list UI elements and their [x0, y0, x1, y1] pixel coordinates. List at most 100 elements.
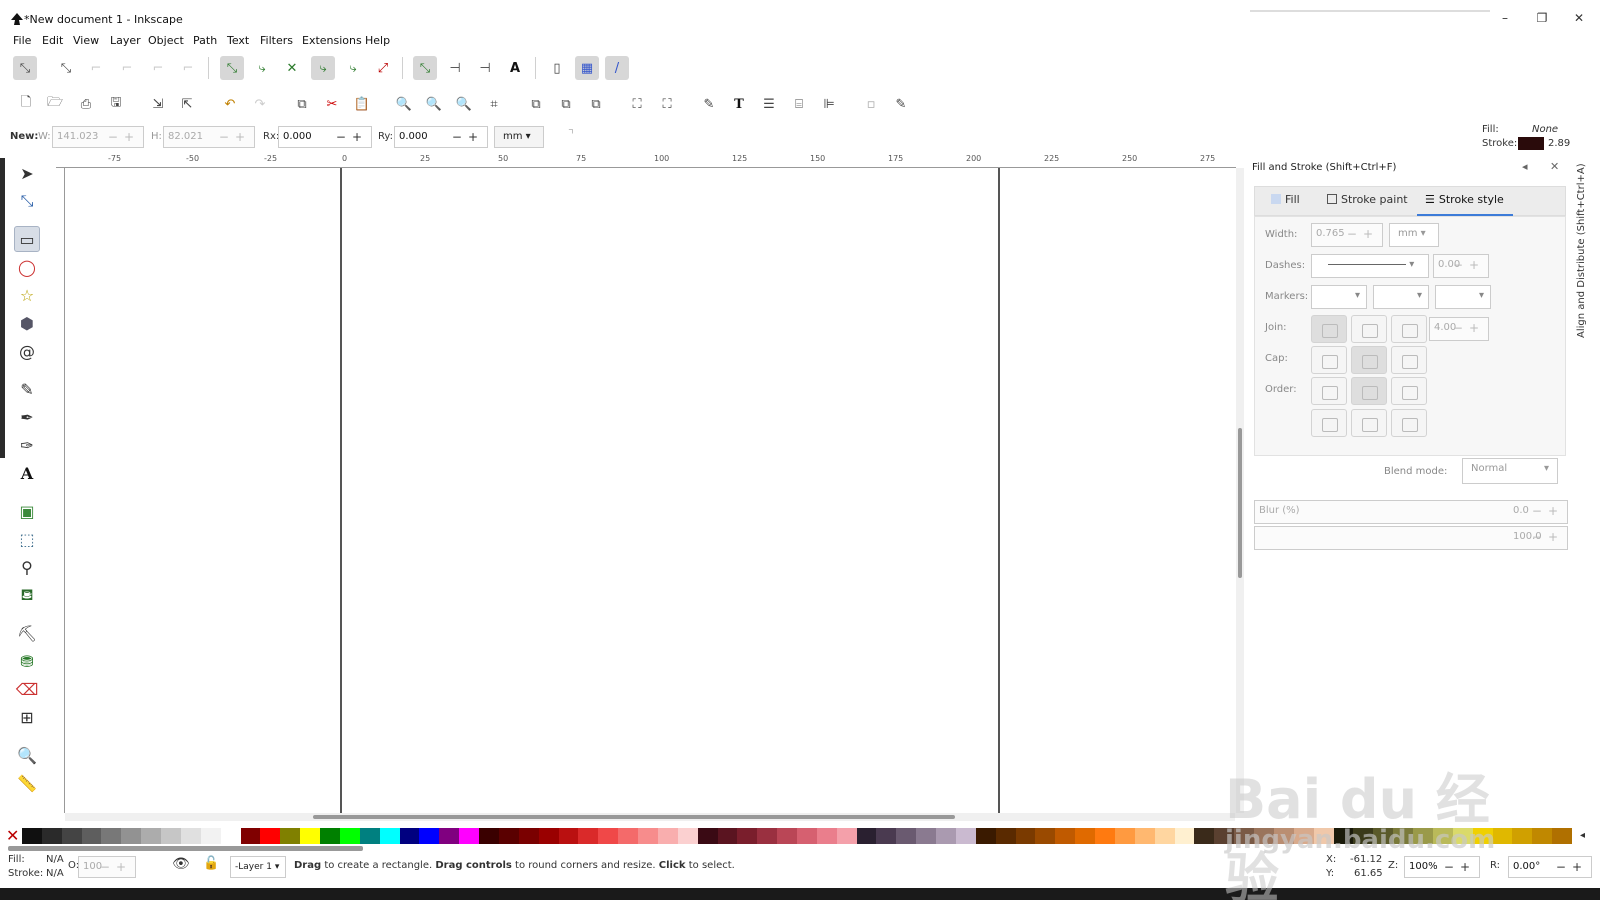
unlink-clone-icon[interactable]: ⧉	[584, 92, 608, 116]
copy-icon[interactable]: ⧉	[290, 92, 314, 116]
stroke-width-spin[interactable]: 0.765 −+	[1311, 223, 1383, 247]
scroll-thumb[interactable]	[1238, 428, 1242, 578]
palette-swatch[interactable]	[1413, 828, 1434, 844]
snap-text-baseline-icon[interactable]: A	[503, 56, 527, 80]
pen-tool-icon[interactable]: ✒	[14, 404, 40, 430]
cap-square-button[interactable]	[1391, 346, 1427, 374]
palette-swatch[interactable]	[320, 828, 341, 844]
align-distribute-icon[interactable]: ⊫	[817, 92, 841, 116]
menu-text[interactable]: Text	[227, 34, 249, 47]
zoom-selection-icon[interactable]: 🔍	[392, 92, 416, 116]
tab-stroke-style[interactable]: ☰ Stroke style	[1425, 193, 1504, 206]
zoom-spin[interactable]: 100% −+	[1404, 856, 1480, 878]
palette-swatch[interactable]	[975, 828, 997, 844]
spiral-tool-icon[interactable]: @	[14, 338, 40, 364]
spray-tool-icon[interactable]: ▣	[14, 498, 40, 524]
join-round-button[interactable]	[1351, 315, 1387, 343]
rect-width-spin[interactable]: 141.023 −+	[52, 126, 144, 148]
palette-swatch[interactable]	[1154, 828, 1176, 844]
spin-minus-plus-icon[interactable]: −+	[1453, 255, 1485, 275]
vertical-scrollbar[interactable]	[1236, 168, 1244, 813]
palette-swatch[interactable]	[1492, 828, 1513, 844]
open-icon[interactable]: 🗁	[43, 92, 67, 116]
palette-swatch[interactable]	[638, 828, 659, 844]
palette-swatch[interactable]	[1214, 828, 1235, 844]
palette-swatch[interactable]	[359, 828, 381, 844]
palette-swatch[interactable]	[598, 828, 619, 844]
dash-offset-spin[interactable]: 0.00 −+	[1433, 254, 1489, 278]
palette-swatch[interactable]	[280, 828, 301, 844]
palette-swatch[interactable]	[1333, 828, 1354, 844]
cut-icon[interactable]: ✂	[320, 92, 344, 116]
no-paint-swatch-icon[interactable]: ✕	[6, 826, 19, 845]
palette-swatch[interactable]	[81, 828, 102, 844]
tweak-tool-icon[interactable]: ⬚	[14, 526, 40, 552]
palette-swatch[interactable]	[339, 828, 361, 844]
palette-swatch[interactable]	[538, 828, 560, 844]
palette-swatch[interactable]	[498, 828, 520, 844]
palette-swatch[interactable]	[200, 828, 222, 844]
menu-path[interactable]: Path	[193, 34, 217, 47]
print-icon[interactable]: ⎙	[74, 92, 98, 116]
paste-icon[interactable]: 📋	[350, 92, 374, 116]
spin-minus-plus-icon[interactable]: −+	[336, 127, 368, 147]
palette-swatch[interactable]	[717, 828, 738, 844]
palette-swatch[interactable]	[697, 828, 718, 844]
snap-nodes-icon[interactable]: ⤡	[220, 56, 244, 80]
order-option-4-button[interactable]	[1311, 409, 1347, 437]
snap-intersections-icon[interactable]: ✕	[280, 56, 304, 80]
unit-dropdown[interactable]: mm ▾	[494, 126, 544, 148]
snap-bbox-center-icon[interactable]: ⌐	[176, 56, 200, 80]
opacity-spin[interactable]: 100 −+	[78, 856, 136, 878]
spin-minus-plus-icon[interactable]: −+	[1453, 318, 1485, 338]
palette-swatch[interactable]	[220, 828, 242, 844]
palette-swatch[interactable]	[1512, 828, 1533, 844]
undo-icon[interactable]: ↶	[218, 92, 242, 116]
zoom-page-width-icon[interactable]: ⌗	[482, 92, 506, 116]
palette-swatch[interactable]	[180, 828, 202, 844]
palette-swatch[interactable]	[1532, 828, 1553, 844]
palette-swatch[interactable]	[578, 828, 599, 844]
spin-minus-plus-icon[interactable]: −+	[452, 127, 484, 147]
blend-mode-dropdown[interactable]: Normal ▾	[1462, 458, 1558, 484]
palette-swatch[interactable]	[995, 828, 1017, 844]
cap-butt-button[interactable]	[1311, 346, 1347, 374]
tab-stroke-paint[interactable]: Stroke paint	[1327, 193, 1408, 206]
palette-swatch[interactable]	[1194, 828, 1215, 844]
export-icon[interactable]: ⇱	[175, 92, 199, 116]
dashes-dropdown[interactable]: ▾	[1311, 254, 1429, 278]
horizontal-scrollbar[interactable]	[65, 813, 1235, 821]
3d-box-tool-icon[interactable]: ⬢	[14, 310, 40, 336]
stroke-color-swatch[interactable]	[1518, 137, 1544, 150]
rectangle-tool-icon[interactable]: ▭	[14, 226, 40, 252]
palette-swatch[interactable]	[1552, 828, 1573, 844]
palette-swatch[interactable]	[657, 828, 679, 844]
close-button[interactable]: ✕	[1564, 8, 1594, 28]
xml-editor-icon[interactable]: ⌸	[787, 92, 811, 116]
palette-swatch[interactable]	[1472, 828, 1493, 844]
tab-fill[interactable]: Fill	[1271, 193, 1300, 206]
palette-swatch[interactable]	[916, 828, 937, 844]
dropper-tool-icon[interactable]: ⚲	[14, 554, 40, 580]
snap-enable-icon[interactable]: ⤡	[13, 56, 37, 80]
join-miter-button[interactable]	[1311, 315, 1347, 343]
horizontal-ruler[interactable]: -75 -50 -25 0 25 50 75 100 125 150 175 2…	[56, 153, 1236, 168]
eraser-tool-icon[interactable]: ⌫	[14, 676, 40, 702]
ungroup-icon[interactable]: ⛶	[655, 92, 679, 116]
duplicate-icon[interactable]: ⧉	[524, 92, 548, 116]
palette-swatch[interactable]	[876, 828, 897, 844]
selector-tool-icon[interactable]: ➤	[14, 160, 40, 186]
zoom-drawing-icon[interactable]: 🔍	[422, 92, 446, 116]
palette-swatch[interactable]	[240, 828, 261, 844]
palette-swatch[interactable]	[737, 828, 758, 844]
opacity-slider[interactable]: 100.0 −+	[1254, 526, 1568, 550]
spin-minus-plus-icon[interactable]: −+	[219, 127, 251, 147]
palette-swatch[interactable]	[439, 828, 460, 844]
group-icon[interactable]: ⛶	[625, 92, 649, 116]
palette-swatch[interactable]	[479, 828, 500, 844]
palette-swatch[interactable]	[1353, 828, 1374, 844]
spin-minus-plus-icon[interactable]: −+	[100, 857, 132, 877]
palette-swatch[interactable]	[1254, 828, 1275, 844]
palette-swatch[interactable]	[459, 828, 480, 844]
snap-bbox-icon[interactable]: ⤡	[54, 56, 78, 80]
